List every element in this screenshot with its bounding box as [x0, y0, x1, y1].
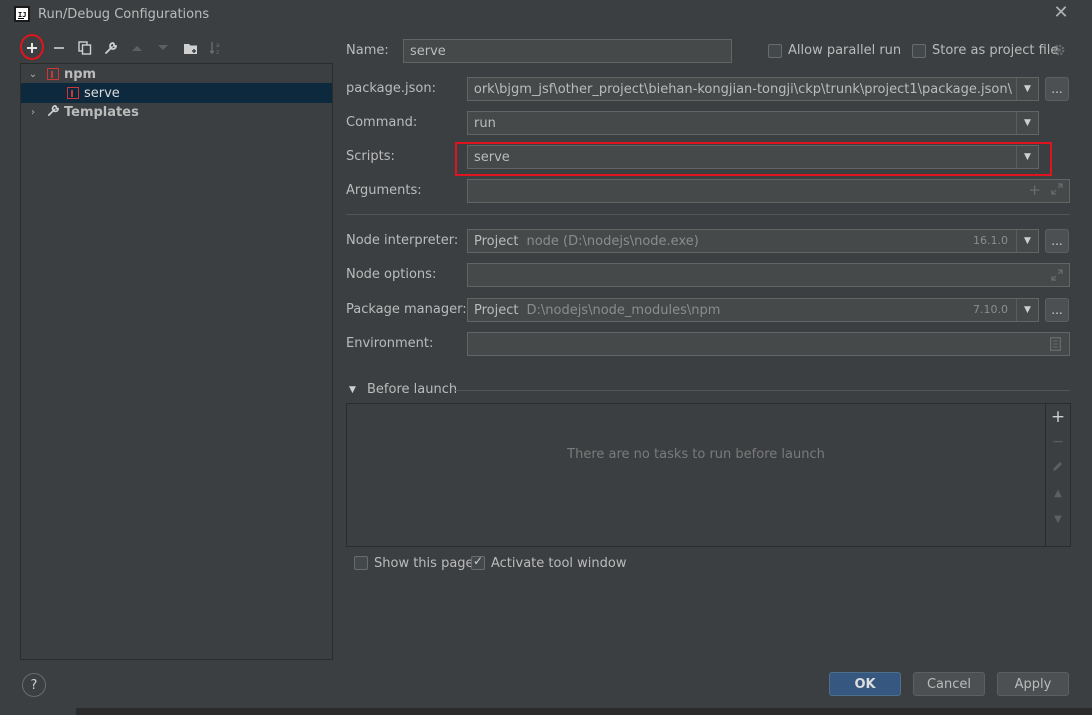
node-interpreter-browse-button[interactable]: ... — [1045, 229, 1069, 253]
svg-text:a: a — [216, 42, 220, 49]
move-task-down-icon[interactable]: ▼ — [1050, 514, 1066, 525]
wrench-icon[interactable] — [101, 38, 121, 58]
node-interpreter-label: Node interpreter: — [346, 233, 459, 248]
command-label: Command: — [346, 115, 418, 130]
node-options-input[interactable] — [467, 263, 1070, 287]
allow-parallel-checkbox[interactable] — [768, 44, 782, 58]
node-interpreter-path: node (D:\nodejs\node.exe) — [526, 233, 699, 249]
package-manager-select[interactable]: Project D:\nodejs\node_modules\npm 7.10.… — [467, 298, 1039, 322]
plus-icon[interactable]: + — [1028, 181, 1041, 199]
gear-icon[interactable] — [1052, 43, 1066, 61]
ok-button[interactable]: OK — [829, 672, 901, 696]
package-manager-label: Package manager: — [346, 302, 467, 317]
remove-icon[interactable] — [49, 38, 69, 58]
package-json-value: \www_work\bjgm_jsf\other_project\biehan-… — [474, 81, 1012, 97]
tree-templates-label: Templates — [64, 104, 139, 120]
help-button[interactable]: ? — [22, 673, 46, 697]
tree-item-label: serve — [84, 85, 120, 101]
sort-icon[interactable]: az — [206, 38, 226, 58]
package-manager-scope: Project — [474, 302, 519, 318]
expand-icon[interactable] — [1051, 183, 1063, 199]
chevron-down-icon[interactable]: ▼ — [1016, 299, 1038, 321]
command-value: run — [474, 115, 496, 131]
edit-task-icon[interactable] — [1050, 460, 1066, 476]
package-json-select[interactable]: \www_work\bjgm_jsf\other_project\biehan-… — [467, 77, 1039, 101]
move-task-up-icon[interactable]: ▲ — [1050, 488, 1066, 499]
tree-item-serve[interactable]: serve — [21, 83, 332, 103]
allow-parallel-label: Allow parallel run — [788, 43, 902, 58]
intellij-app-icon: IJ — [14, 6, 30, 22]
bottom-edge — [0, 708, 1092, 715]
add-task-icon[interactable]: + — [1050, 407, 1066, 427]
arguments-label: Arguments: — [346, 183, 422, 198]
document-icon[interactable] — [1050, 337, 1061, 355]
copy-icon[interactable] — [75, 38, 95, 58]
before-launch-title: Before launch — [367, 382, 458, 397]
package-manager-version: 7.10.0 — [973, 303, 1008, 316]
environment-label: Environment: — [346, 336, 434, 351]
package-manager-browse-button[interactable]: ... — [1045, 298, 1069, 322]
collapse-triangle-icon[interactable]: ▼ — [349, 385, 356, 395]
cancel-button[interactable]: Cancel — [913, 672, 985, 696]
npm-icon — [67, 87, 79, 99]
store-project-checkbox[interactable] — [912, 44, 926, 58]
command-select[interactable]: run ▼ — [467, 111, 1039, 135]
tree-group-npm[interactable]: ⌄ npm — [21, 64, 332, 84]
apply-button[interactable]: Apply — [997, 672, 1069, 696]
scripts-highlight-box — [455, 142, 1052, 176]
node-interpreter-version: 16.1.0 — [973, 234, 1008, 247]
chevron-right-icon[interactable]: › — [27, 107, 39, 118]
package-json-label: package.json: — [346, 81, 436, 96]
node-interpreter-scope: Project — [474, 233, 519, 249]
remove-task-icon[interactable]: − — [1050, 434, 1066, 450]
move-up-icon[interactable] — [127, 38, 147, 58]
separator — [346, 214, 1070, 215]
chevron-down-icon[interactable]: ▼ — [1016, 230, 1038, 252]
before-launch-divider — [455, 390, 1070, 391]
tree-group-templates[interactable]: › Templates — [21, 102, 332, 122]
expand-icon[interactable] — [1051, 269, 1063, 285]
store-project-label: Store as project file — [932, 43, 1059, 58]
folder-icon[interactable] — [180, 38, 200, 58]
wrench-icon — [47, 104, 60, 120]
before-launch-list[interactable]: There are no tasks to run before launch — [346, 403, 1071, 547]
chevron-down-icon[interactable]: ▼ — [1016, 78, 1038, 100]
node-options-label: Node options: — [346, 267, 437, 282]
arguments-input[interactable]: + — [467, 179, 1070, 203]
window-title: Run/Debug Configurations — [38, 7, 210, 22]
svg-text:z: z — [216, 49, 219, 55]
add-icon[interactable] — [22, 38, 42, 58]
activate-tool-label: Activate tool window — [491, 556, 627, 571]
name-label: Name: — [346, 43, 389, 58]
close-icon[interactable]: ✕ — [1052, 4, 1070, 22]
scripts-label: Scripts: — [346, 149, 395, 164]
package-manager-path: D:\nodejs\node_modules\npm — [526, 302, 721, 318]
npm-icon — [47, 68, 59, 80]
chevron-down-icon[interactable]: ▼ — [1016, 112, 1038, 134]
show-page-label: Show this page — [374, 556, 474, 571]
environment-input[interactable] — [467, 332, 1070, 356]
configuration-tree[interactable]: ⌄ npm serve › Templates — [20, 63, 333, 660]
move-down-icon[interactable] — [153, 38, 173, 58]
show-page-checkbox[interactable] — [354, 556, 368, 570]
name-value: serve — [410, 43, 446, 59]
before-launch-empty-text: There are no tasks to run before launch — [567, 447, 825, 462]
node-interpreter-select[interactable]: Project node (D:\nodejs\node.exe) 16.1.0… — [467, 229, 1039, 253]
activate-tool-checkbox[interactable] — [471, 554, 485, 570]
package-json-browse-button[interactable]: ... — [1045, 77, 1069, 101]
tree-group-label: npm — [64, 66, 97, 82]
name-input[interactable]: serve — [403, 39, 732, 63]
chevron-down-icon[interactable]: ⌄ — [27, 69, 39, 80]
title-bar: IJ Run/Debug Configurations ✕ — [0, 0, 1092, 30]
